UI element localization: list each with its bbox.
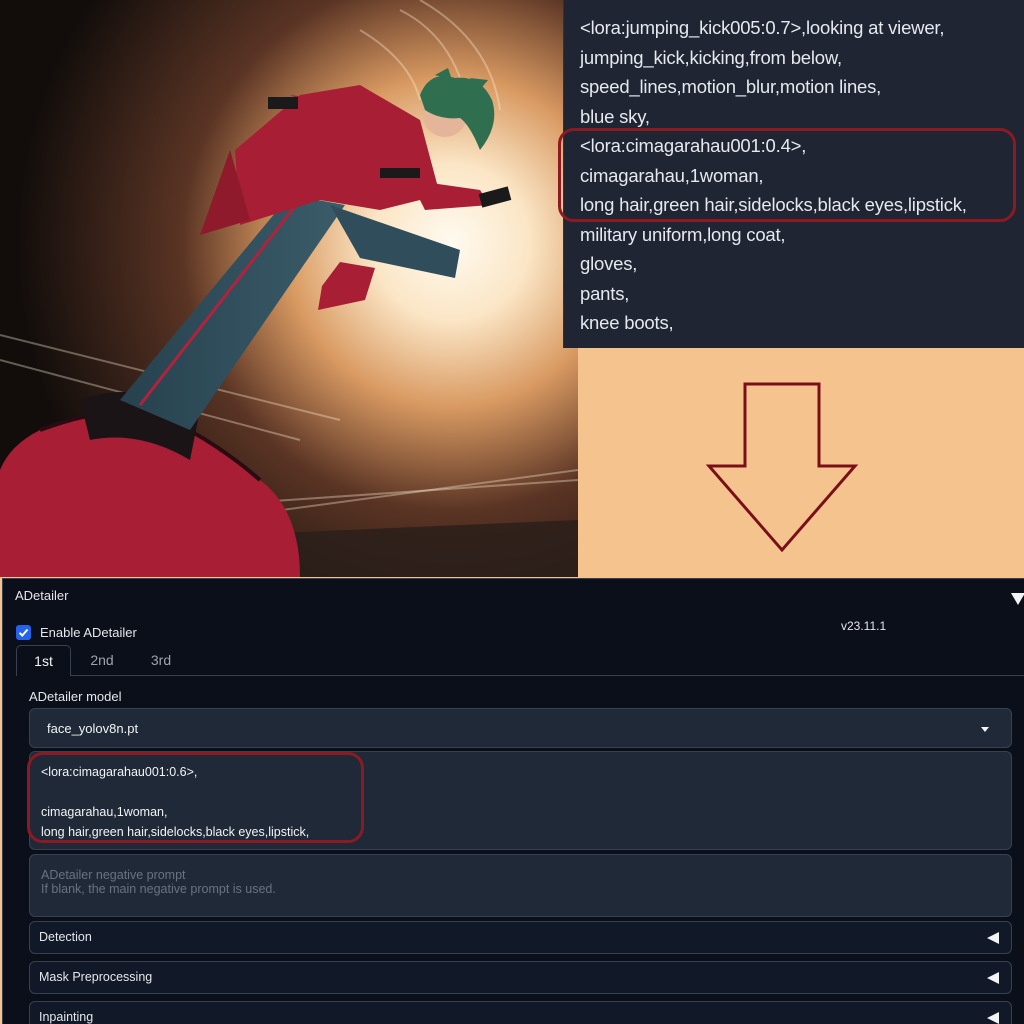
model-dropdown[interactable]: face_yolov8n.pt	[29, 708, 1012, 748]
adetailer-panel: ADetailer Enable ADetailer v23.11.1 1st …	[2, 578, 1024, 1024]
version-label: v23.11.1	[841, 619, 887, 633]
illustration-graphic	[0, 0, 578, 577]
down-arrow-icon	[705, 382, 859, 553]
prompt-line: jumping_kick,kicking,from below,	[580, 46, 842, 68]
prompt-line: blue sky,	[580, 105, 650, 127]
enable-adetailer-checkbox[interactable]	[16, 625, 31, 640]
lora-highlight-box-top	[558, 128, 1016, 222]
tab-2nd[interactable]: 2nd	[81, 645, 123, 676]
tab-1st[interactable]: 1st	[16, 645, 71, 676]
prompt-line: pants,	[580, 282, 630, 304]
prompt-line: speed_lines,motion_blur,motion lines,	[580, 76, 882, 97]
check-icon	[18, 628, 29, 637]
lora-highlight-box-bottom	[27, 752, 364, 843]
mask-preprocessing-label: Mask Preprocessing	[39, 970, 153, 984]
model-label: ADetailer model	[29, 689, 122, 704]
detection-label: Detection	[39, 930, 92, 944]
adetailer-title[interactable]: ADetailer	[15, 588, 68, 603]
expand-triangle-icon[interactable]	[987, 972, 999, 984]
tab-3rd[interactable]: 3rd	[140, 645, 182, 676]
prompt-line: <lora:jumping_kick005:0.7>,looking at vi…	[580, 17, 945, 38]
mask-preprocessing-section[interactable]: Mask Preprocessing	[29, 961, 1012, 994]
prompt-line: gloves,	[580, 253, 638, 274]
negative-placeholder-line: ADetailer negative prompt	[41, 868, 186, 882]
expand-triangle-icon[interactable]	[987, 932, 999, 944]
adetailer-negative-prompt-textarea[interactable]: ADetailer negative prompt If blank, the …	[29, 854, 1012, 917]
expand-triangle-icon[interactable]	[987, 1012, 999, 1024]
model-value: face_yolov8n.pt	[47, 721, 139, 736]
prompt-line: knee boots,	[580, 312, 674, 333]
inpainting-section[interactable]: Inpainting	[29, 1001, 1012, 1024]
inpainting-label: Inpainting	[39, 1010, 94, 1024]
enable-adetailer-row[interactable]: Enable ADetailer	[16, 625, 137, 640]
generated-illustration	[0, 0, 578, 577]
prompt-line: military uniform,long coat,	[580, 223, 786, 245]
enable-adetailer-label: Enable ADetailer	[40, 625, 137, 640]
canvas: <lora:jumping_kick005:0.7>,looking at vi…	[0, 0, 1024, 1024]
detection-section[interactable]: Detection	[29, 921, 1012, 954]
dropdown-caret-icon	[981, 727, 989, 732]
negative-placeholder-line: If blank, the main negative prompt is us…	[41, 882, 276, 896]
collapse-triangle-icon[interactable]	[1011, 593, 1024, 605]
